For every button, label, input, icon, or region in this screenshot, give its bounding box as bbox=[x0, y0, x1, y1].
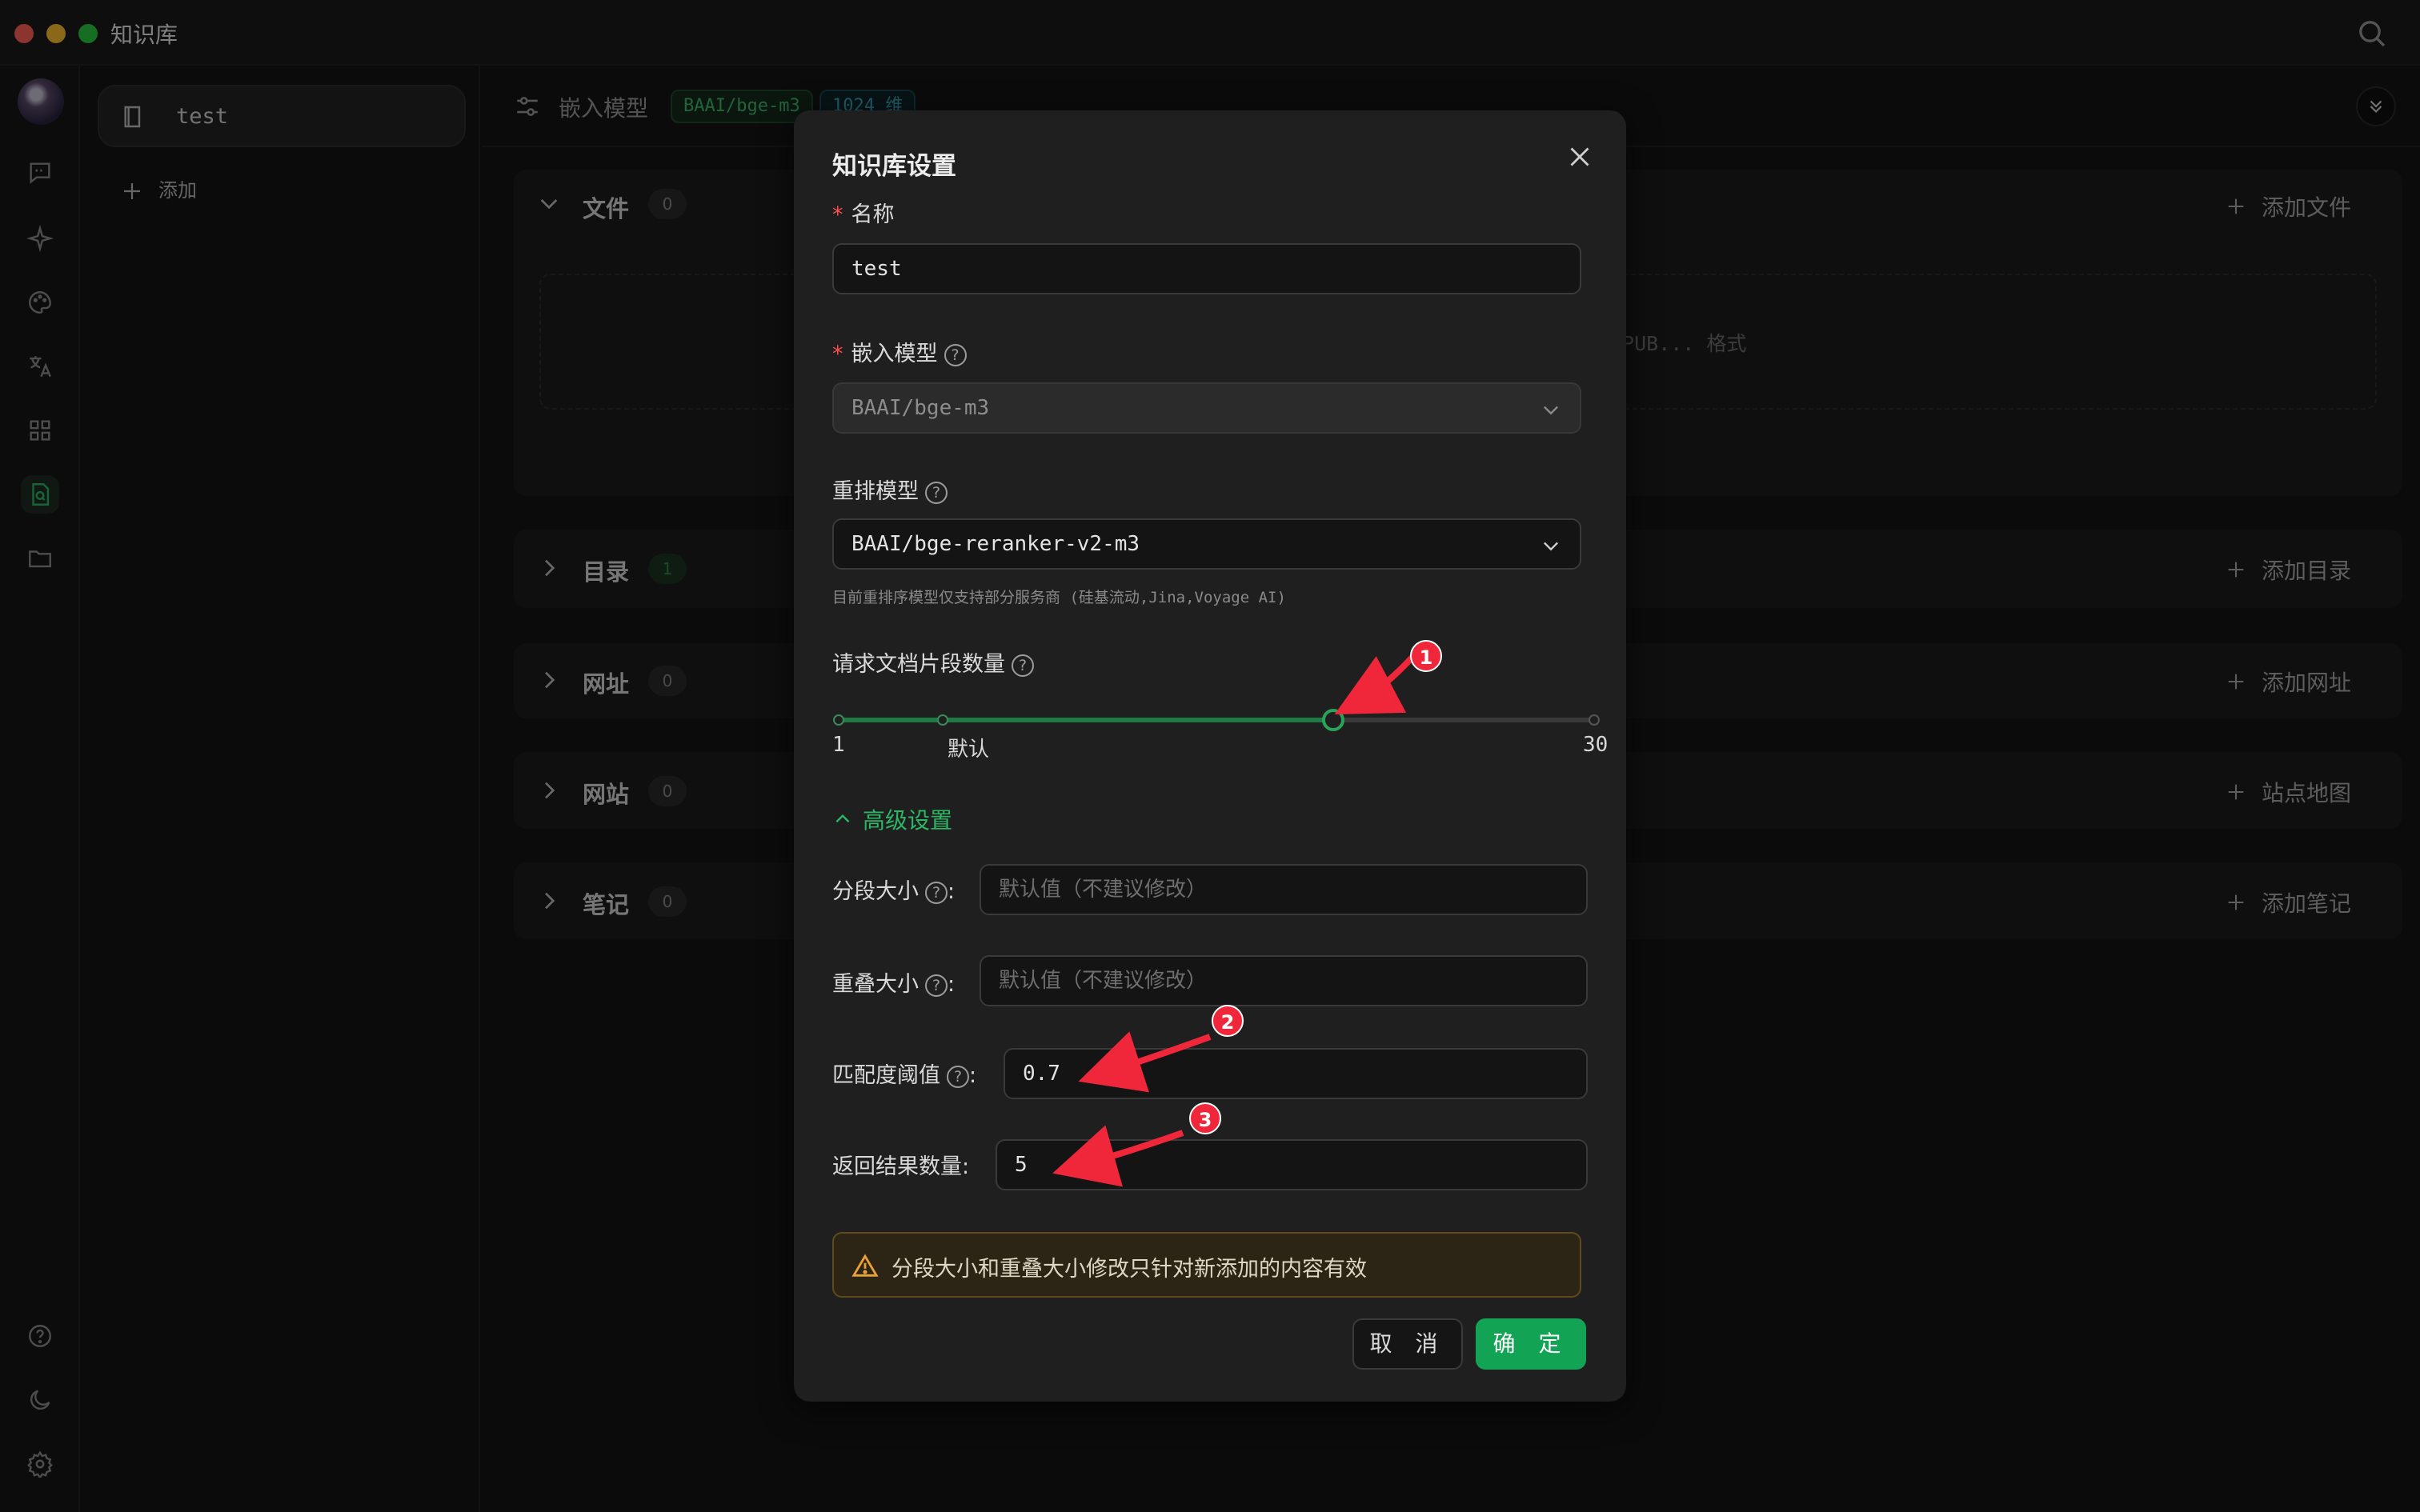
chunk-size-input[interactable]: 默认值（不建议修改） bbox=[980, 864, 1588, 915]
rerank-hint: 目前重排序模型仅支持部分服务商 (硅基流动,Jina,Voyage AI) bbox=[832, 589, 1286, 606]
name-input[interactable]: test bbox=[832, 243, 1581, 294]
name-label: * 名称 bbox=[832, 202, 895, 227]
embed-model-select: BAAI/bge-m3 bbox=[832, 382, 1581, 434]
doc-count-slider-handle[interactable] bbox=[1322, 709, 1345, 731]
annotation-badge-2: 2 bbox=[1212, 1005, 1244, 1037]
chevron-up-icon bbox=[835, 814, 850, 823]
slider-mark-default bbox=[937, 714, 949, 726]
slider-mark-max bbox=[1589, 714, 1600, 726]
annotation-badge-3: 3 bbox=[1189, 1102, 1221, 1134]
chevron-down-icon bbox=[1544, 542, 1558, 551]
chunk-size-label: 分段大小?: bbox=[832, 879, 956, 904]
overlap-size-label: 重叠大小?: bbox=[832, 972, 956, 997]
doc-count-label: 请求文档片段数量? bbox=[832, 646, 1034, 678]
topk-label: 返回结果数量: bbox=[832, 1154, 970, 1179]
chevron-down-icon bbox=[1544, 406, 1558, 415]
advanced-settings-toggle[interactable]: 高级设置 bbox=[832, 803, 952, 835]
slider-default-label: 默认 bbox=[948, 738, 990, 762]
warning-alert: 分段大小和重叠大小修改只针对新添加的内容有效 bbox=[832, 1232, 1581, 1298]
close-icon[interactable] bbox=[1565, 142, 1594, 171]
ok-button[interactable]: 确 定 bbox=[1476, 1318, 1586, 1370]
rerank-model-label: 重排模型? bbox=[832, 474, 948, 505]
overlap-size-input[interactable]: 默认值（不建议修改） bbox=[980, 955, 1588, 1006]
embed-model-label: * 嵌入模型? bbox=[832, 336, 967, 367]
cancel-button[interactable]: 取 消 bbox=[1352, 1318, 1463, 1370]
modal-title: 知识库设置 bbox=[832, 152, 956, 181]
help-icon: ? bbox=[1012, 654, 1034, 677]
threshold-label: 匹配度阈值?: bbox=[832, 1063, 977, 1088]
warning-icon bbox=[851, 1254, 879, 1277]
help-icon: ? bbox=[947, 1066, 969, 1088]
rerank-model-select[interactable]: BAAI/bge-reranker-v2-m3 bbox=[832, 518, 1581, 570]
threshold-input[interactable]: 0.7 bbox=[1004, 1048, 1588, 1099]
slider-min-label: 1 bbox=[832, 733, 845, 757]
help-icon: ? bbox=[925, 482, 948, 504]
slider-mark-min bbox=[833, 714, 844, 726]
kb-settings-modal: 知识库设置 * 名称 test * 嵌入模型? BAAI/bge-m3 重排模型? … bbox=[794, 110, 1626, 1402]
warning-text: 分段大小和重叠大小修改只针对新添加的内容有效 bbox=[891, 1257, 1367, 1282]
topk-input[interactable]: 5 bbox=[996, 1139, 1588, 1190]
help-icon: ? bbox=[944, 344, 967, 366]
slider-max-label: 30 bbox=[1583, 733, 1609, 757]
doc-count-slider-fill bbox=[839, 718, 1334, 722]
help-icon: ? bbox=[925, 974, 948, 997]
annotation-badge-1: 1 bbox=[1410, 640, 1442, 672]
help-icon: ? bbox=[925, 882, 948, 904]
